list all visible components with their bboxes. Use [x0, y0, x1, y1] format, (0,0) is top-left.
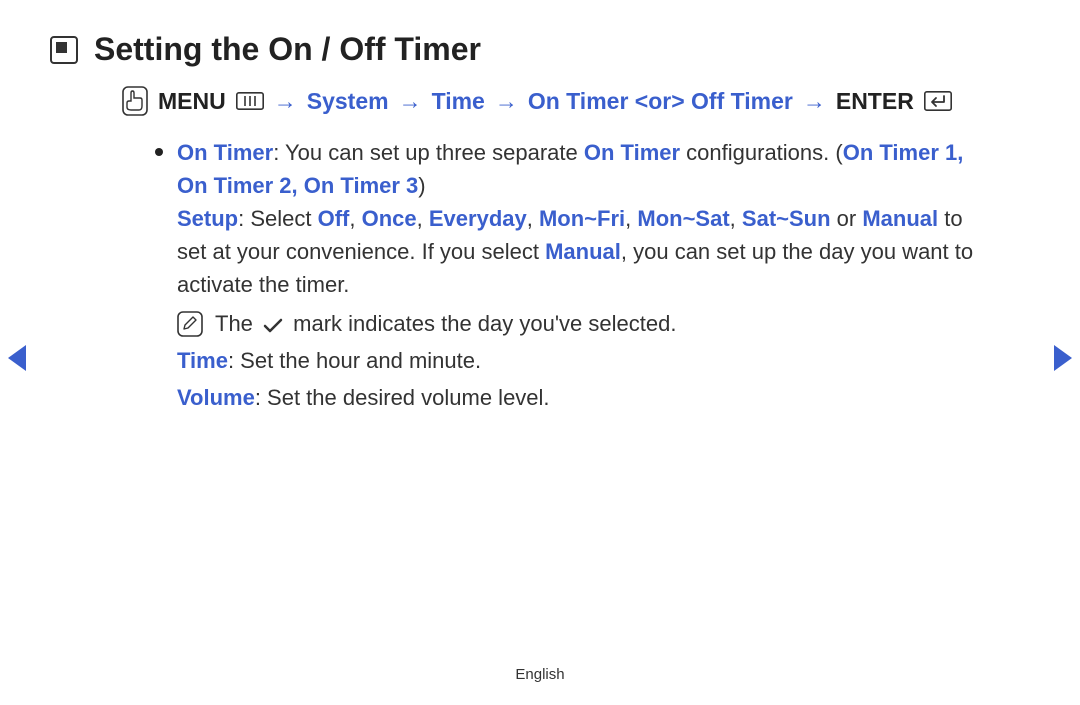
- menu-button-icon: [236, 92, 264, 110]
- bullet-icon: [155, 148, 163, 156]
- breadcrumb-enter: ENTER: [836, 88, 914, 115]
- section-icon: [50, 36, 78, 64]
- breadcrumb-time: Time: [432, 88, 485, 115]
- on-timer-label: On Timer: [177, 140, 273, 165]
- opt-monfri: Mon~Fri: [539, 206, 625, 231]
- opt-off: Off: [318, 206, 350, 231]
- text: : Select: [238, 206, 317, 231]
- page-title-row: Setting the On / Off Timer: [50, 30, 990, 68]
- text: : You can set up three separate: [273, 140, 584, 165]
- note-row: The mark indicates the day you've select…: [177, 307, 990, 340]
- arrow-icon: →: [274, 88, 297, 115]
- note-rest: mark indicates the day you've selected.: [293, 311, 676, 336]
- time-desc: : Set the hour and minute.: [228, 348, 481, 373]
- breadcrumb-system: System: [307, 88, 389, 115]
- opt-satsun: Sat~Sun: [742, 206, 831, 231]
- comma: ,: [730, 206, 742, 231]
- opt-manual: Manual: [862, 206, 938, 231]
- opt-once: Once: [362, 206, 417, 231]
- arrow-icon: →: [803, 88, 826, 115]
- note-pencil-icon: [177, 311, 203, 337]
- prev-page-button[interactable]: [8, 345, 26, 371]
- text: configurations. (: [680, 140, 843, 165]
- arrow-icon: →: [399, 88, 422, 115]
- or: or: [831, 206, 863, 231]
- volume-desc: : Set the desired volume level.: [255, 385, 550, 410]
- chevron-left-icon: [8, 345, 26, 371]
- content-body: On Timer: You can set up three separate …: [155, 136, 990, 414]
- page-title: Setting the On / Off Timer: [94, 30, 481, 68]
- bullet-item: On Timer: You can set up three separate …: [155, 136, 990, 414]
- chevron-right-icon: [1054, 345, 1072, 371]
- comma: ,: [417, 206, 429, 231]
- time-label: Time: [177, 348, 228, 373]
- opt-everyday: Everyday: [429, 206, 527, 231]
- on-timer-ref: On Timer: [584, 140, 680, 165]
- opt-manual2: Manual: [545, 239, 621, 264]
- check-icon: [263, 318, 283, 334]
- on-timer-1: On Timer 1: [843, 140, 958, 165]
- enter-button-icon: [924, 91, 952, 111]
- comma: ,: [625, 206, 637, 231]
- volume-label: Volume: [177, 385, 255, 410]
- setup-label: Setup: [177, 206, 238, 231]
- volume-line: Volume: Set the desired volume level.: [177, 381, 990, 414]
- breadcrumb-timer: On Timer <or> Off Timer: [528, 88, 793, 115]
- on-timer-3: On Timer 3: [304, 173, 419, 198]
- comma: ,: [349, 206, 361, 231]
- opt-monsat: Mon~Sat: [637, 206, 729, 231]
- close-paren: ): [418, 173, 425, 198]
- on-timer-2: On Timer 2: [177, 173, 292, 198]
- arrow-icon: →: [495, 88, 518, 115]
- bullet-content: On Timer: You can set up three separate …: [177, 136, 990, 414]
- note-text: The mark indicates the day you've select…: [215, 307, 676, 340]
- comma: ,: [957, 140, 963, 165]
- note-the: The: [215, 311, 259, 336]
- next-page-button[interactable]: [1054, 345, 1072, 371]
- hand-point-icon: [122, 86, 148, 116]
- comma: ,: [292, 173, 304, 198]
- footer-language: English: [0, 666, 1080, 683]
- time-line: Time: Set the hour and minute.: [177, 344, 990, 377]
- comma: ,: [527, 206, 539, 231]
- breadcrumb: MENU → System → Time → On Timer <or> Off…: [122, 86, 990, 116]
- breadcrumb-menu: MENU: [158, 88, 226, 115]
